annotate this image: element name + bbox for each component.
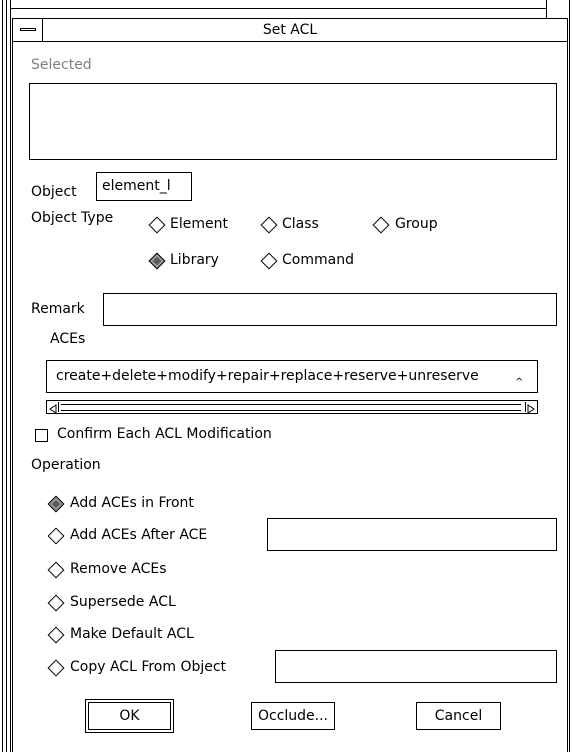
selected-label: Selected [31, 57, 92, 73]
background-frame-line [10, 8, 546, 9]
radio-diamond-icon [148, 216, 166, 234]
operation-supersede-label: Supersede ACL [70, 594, 176, 610]
operation-add-after-option[interactable]: Add ACEs After ACE [47, 527, 237, 547]
background-frame-line [569, 0, 570, 752]
occlude-button[interactable]: Occlude... [251, 702, 335, 730]
object-type-element-option[interactable]: Element [148, 216, 248, 236]
operation-remove-option[interactable]: Remove ACEs [47, 561, 177, 581]
operation-add-after-label: Add ACEs After ACE [70, 527, 208, 543]
radio-diamond-icon [260, 216, 278, 234]
background-frame-line [6, 0, 7, 752]
object-label: Object [31, 184, 77, 200]
remark-field[interactable] [103, 293, 557, 326]
object-type-class-option[interactable]: Class [260, 216, 340, 236]
operation-label: Operation [31, 457, 101, 473]
radio-diamond-selected-icon [148, 252, 166, 270]
radio-diamond-icon [47, 561, 65, 579]
operation-copy-acl-label: Copy ACL From Object [70, 659, 227, 675]
selected-list[interactable] [29, 83, 557, 160]
operation-make-default-label: Make Default ACL [70, 626, 194, 642]
object-type-element-label: Element [170, 216, 228, 232]
operation-copy-acl-option[interactable]: Copy ACL From Object [47, 659, 257, 679]
object-type-label: Object Type [31, 210, 114, 226]
cancel-button[interactable]: Cancel [416, 702, 501, 730]
radio-diamond-icon [47, 594, 65, 612]
remark-label: Remark [31, 301, 85, 317]
object-type-command-option[interactable]: Command [260, 252, 370, 272]
dialog-title: Set ACL [262, 22, 318, 38]
object-field-value: element_l [102, 178, 171, 194]
background-frame-line [546, 0, 547, 18]
scroll-left-arrow-icon[interactable] [48, 402, 59, 414]
aces-field[interactable]: create+delete+modify+repair+replace+rese… [46, 360, 538, 393]
aces-label: ACEs [50, 331, 86, 347]
radio-diamond-icon [47, 527, 65, 545]
background-frame-line [2, 0, 3, 752]
text-cursor-icon: ^ [515, 377, 524, 388]
aces-horizontal-scrollbar[interactable] [46, 400, 538, 414]
title-bar[interactable]: Set ACL [12, 18, 568, 42]
confirm-each-acl-label: Confirm Each ACL Modification [57, 426, 272, 442]
operation-remove-label: Remove ACEs [70, 561, 167, 577]
scroll-right-arrow-icon[interactable] [525, 402, 537, 414]
object-type-group-option[interactable]: Group [372, 216, 462, 236]
copy-acl-object-field[interactable] [275, 650, 557, 683]
object-field[interactable]: element_l [96, 172, 192, 201]
radio-diamond-icon [47, 626, 65, 644]
background-frame-line [10, 0, 11, 752]
radio-diamond-selected-icon [47, 495, 65, 513]
scroll-thumb[interactable] [61, 404, 521, 411]
object-type-group-label: Group [395, 216, 438, 232]
confirm-each-acl-checkbox[interactable]: Confirm Each ACL Modification [35, 426, 315, 446]
operation-supersede-option[interactable]: Supersede ACL [47, 594, 197, 614]
radio-diamond-icon [47, 659, 65, 677]
object-type-library-label: Library [170, 252, 219, 268]
radio-diamond-icon [260, 252, 278, 270]
checkbox-icon [35, 429, 48, 442]
operation-add-front-label: Add ACEs in Front [70, 495, 194, 511]
radio-diamond-icon [372, 216, 390, 234]
object-type-command-label: Command [282, 252, 354, 268]
ok-button[interactable]: OK [85, 699, 174, 733]
aces-field-value: create+delete+modify+repair+replace+rese… [56, 368, 479, 384]
object-type-class-label: Class [282, 216, 319, 232]
after-ace-field[interactable] [267, 518, 557, 551]
operation-add-front-option[interactable]: Add ACEs in Front [47, 495, 227, 515]
object-type-library-option[interactable]: Library [148, 252, 248, 272]
operation-make-default-option[interactable]: Make Default ACL [47, 626, 227, 646]
